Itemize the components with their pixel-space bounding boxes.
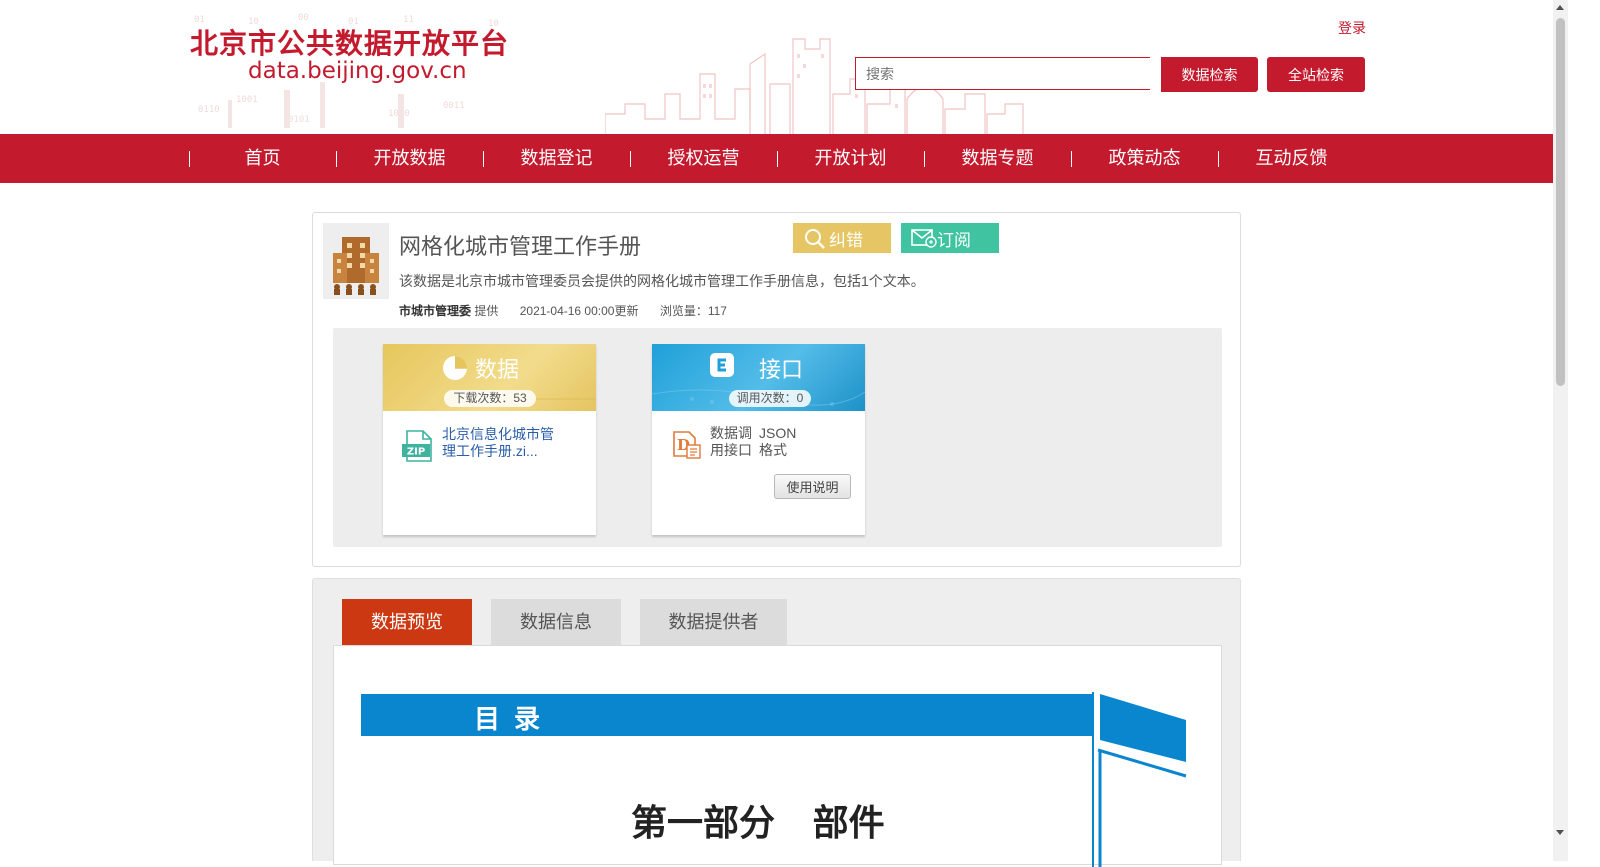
nav-item-feedback[interactable]: 互动反馈 <box>1218 134 1365 183</box>
site-header: 011000 011110 011010010101 10100011 北京市公… <box>0 0 1553 134</box>
document-api-icon: D <box>673 431 701 459</box>
resource-area: 数据 下载次数：53 ZIP 北京信息化城市管理工作手册.zi... 接口 调用… <box>333 328 1222 547</box>
usage-guide-button[interactable]: 使用说明 <box>774 474 851 499</box>
toc-title: 目录 <box>474 705 555 735</box>
report-error-label: 纠错 <box>829 230 863 250</box>
download-file-link[interactable]: 北京信息化城市管理工作手册.zi... <box>442 426 567 460</box>
main-nav: 首页 开放数据 数据登记 授权运营 开放计划 数据专题 政策动态 互动反馈 <box>0 134 1553 183</box>
nav-item-authorized-operation[interactable]: 授权运营 <box>630 134 777 183</box>
site-logo-url[interactable]: data.beijing.gov.cn <box>248 58 467 84</box>
svg-text:1001: 1001 <box>236 95 258 105</box>
api-format: JSON格式 <box>759 425 797 458</box>
nav-item-open-data[interactable]: 开放数据 <box>336 134 483 183</box>
nav-item-data-topics[interactable]: 数据专题 <box>924 134 1071 183</box>
tab-data-preview[interactable]: 数据预览 <box>342 599 472 645</box>
api-e-icon <box>710 353 734 377</box>
scroll-up-arrow-icon[interactable] <box>1556 5 1564 10</box>
document-preview[interactable]: 目录 第一部分 部件 <box>333 645 1222 867</box>
login-link[interactable]: 登录 <box>1338 18 1366 38</box>
scroll-thumb[interactable] <box>1556 18 1565 386</box>
search-input[interactable] <box>855 57 1150 90</box>
building-icon <box>333 237 379 295</box>
report-error-button[interactable]: 纠错 <box>793 223 891 253</box>
toc-banner: 目录 <box>361 694 1094 736</box>
zip-file-icon: ZIP <box>402 430 432 462</box>
dataset-meta: 市城市管理委 提供 2021-04-16 00:00更新 浏览量：117 <box>399 302 745 319</box>
svg-text:0011: 0011 <box>443 101 465 111</box>
tab-data-provider[interactable]: 数据提供者 <box>640 599 787 645</box>
provider-suffix: 提供 <box>474 304 499 318</box>
dataset-description: 该数据是北京市城市管理委员会提供的网格化城市管理工作手册信息，包括1个文本。 <box>399 273 925 289</box>
magnifier-icon <box>805 229 825 249</box>
site-search-button[interactable]: 全站检索 <box>1267 57 1365 92</box>
nav-item-data-registration[interactable]: 数据登记 <box>483 134 630 183</box>
svg-text:0101: 0101 <box>288 115 310 125</box>
data-resource-header: 数据 下载次数：53 <box>383 344 596 411</box>
update-time: 2021-04-16 00:00更新 <box>519 304 639 318</box>
tab-data-info[interactable]: 数据信息 <box>491 599 621 645</box>
scroll-down-arrow-icon[interactable] <box>1556 830 1564 835</box>
api-name: 数据调用接口 <box>710 425 752 458</box>
nav-item-home[interactable]: 首页 <box>189 134 336 183</box>
nav-item-open-plan[interactable]: 开放计划 <box>777 134 924 183</box>
toc-decoration <box>1092 692 1187 867</box>
svg-text:0110: 0110 <box>198 105 220 115</box>
data-resource-title: 数据 <box>475 357 520 382</box>
data-resource-card: 数据 下载次数：53 ZIP 北京信息化城市管理工作手册.zi... <box>383 344 596 535</box>
nav-item-policy-news[interactable]: 政策动态 <box>1071 134 1218 183</box>
data-search-button[interactable]: 数据检索 <box>1161 57 1258 92</box>
document-part-heading: 第一部分 部件 <box>631 803 885 844</box>
api-resource-title: 接口 <box>759 357 804 382</box>
view-count: 浏览量：117 <box>659 304 727 318</box>
provider-name[interactable]: 市城市管理委 <box>399 304 471 318</box>
api-call-count: 调用次数：0 <box>729 390 811 407</box>
svg-text:ZIP: ZIP <box>407 447 425 458</box>
pie-chart-icon <box>443 356 467 380</box>
api-resource-card: 接口 调用次数：0 D 数据调用接口 JSON格式 使用说明 <box>652 344 865 535</box>
api-resource-header: 接口 调用次数：0 <box>652 344 865 411</box>
provider-info: 市城市管理委 提供 <box>399 304 498 318</box>
subscribe-button[interactable]: 订阅 <box>901 223 999 253</box>
page-scrollbar[interactable] <box>1553 0 1568 861</box>
envelope-icon <box>911 229 937 248</box>
download-count: 下载次数：53 <box>444 390 536 407</box>
dataset-title: 网格化城市管理工作手册 <box>399 234 642 259</box>
detail-tabs-panel: 数据预览 数据信息 数据提供者 目录 第一部分 部件 <box>312 578 1241 867</box>
dataset-info-card: 网格化城市管理工作手册 纠错 订阅 该数据是北京市城市管理委员会提供的网格化城市… <box>312 212 1241 567</box>
provider-logo <box>323 223 389 299</box>
site-logo-title[interactable]: 北京市公共数据开放平台 <box>190 22 509 62</box>
subscribe-label: 订阅 <box>937 230 971 250</box>
